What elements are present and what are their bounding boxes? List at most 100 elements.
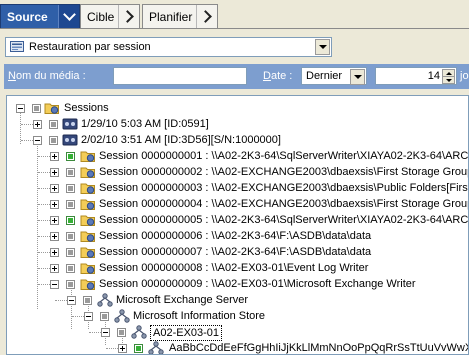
tab-source-chevron-icon[interactable] [58, 5, 79, 28]
expand-icon[interactable] [50, 168, 59, 177]
tree-label: 2/02/10 3:51 AM [ID:3D56][S/N:1000000] [81, 134, 281, 146]
days-stepper[interactable]: 14 [375, 67, 457, 85]
tree-label: 1/29/10 5:03 AM [ID:0591] [81, 118, 209, 130]
tree-node-date[interactable]: 1/29/10 5:03 AM [ID:0591] [7, 116, 467, 132]
tab-planifier-chevron-icon[interactable] [196, 5, 217, 28]
media-name-input[interactable] [113, 67, 247, 85]
tab-source[interactable]: Source [0, 4, 80, 28]
tape-icon [62, 118, 78, 130]
tree-node-session[interactable]: Session 0000000007 : \\A02-2K3-64\F:\ASD… [7, 244, 468, 260]
tree-node-mailbox[interactable]: AaBbCcDdEeFfGgHhIiJjKkLlMmNnOoPpQqRrSsTt… [7, 340, 468, 354]
collapse-icon[interactable] [33, 136, 42, 145]
collapse-icon[interactable] [67, 296, 76, 305]
tree-node-exchange-server[interactable]: Microsoft Exchange Server [7, 292, 467, 308]
exchange-node-icon [114, 309, 130, 323]
tab-cible[interactable]: Cible [80, 4, 140, 28]
expand-icon[interactable] [50, 200, 59, 209]
checkbox[interactable] [134, 344, 143, 353]
tab-divider [0, 28, 469, 29]
tree-label: Microsoft Information Store [133, 310, 266, 322]
collapse-icon[interactable] [84, 312, 93, 321]
tree-label: Session 0000000005 : \\A02-2K3-64\SqlSer… [99, 214, 469, 226]
collapse-icon[interactable] [16, 104, 25, 113]
expand-icon[interactable] [50, 248, 59, 257]
spin-buttons[interactable] [442, 69, 455, 84]
checkbox[interactable] [66, 152, 75, 161]
tree-node-sessions[interactable]: Sessions [7, 100, 467, 116]
sessions-folder-icon [44, 103, 59, 114]
collapse-icon[interactable] [50, 280, 59, 289]
tree-label: Session 0000000009 : \\A02-EX03-01\Micro… [99, 278, 416, 290]
tab-strip: Source Cible Planifier [0, 4, 469, 29]
tree-node-session[interactable]: Session 0000000004 : \\A02-EXCHANGE2003\… [7, 196, 469, 212]
checkbox[interactable] [32, 104, 41, 113]
tree-node-server[interactable]: A02-EX03-01 [7, 324, 467, 341]
exchange-node-icon [131, 325, 147, 339]
checkbox[interactable] [66, 264, 75, 273]
expand-icon[interactable] [33, 120, 42, 129]
restore-icon [10, 41, 24, 52]
checkbox[interactable] [117, 328, 126, 337]
tree-node-date[interactable]: 2/02/10 3:51 AM [ID:3D56][S/N:1000000] [7, 132, 467, 148]
exchange-node-icon [148, 341, 164, 354]
expand-icon[interactable] [118, 344, 127, 353]
expand-icon[interactable] [50, 184, 59, 193]
checkbox[interactable] [66, 232, 75, 241]
date-select-value: Dernier [306, 70, 343, 82]
checkbox[interactable] [83, 296, 92, 305]
session-icon [80, 199, 95, 210]
tree-label: Session 0000000007 : \\A02-2K3-64\F:\ASD… [99, 246, 372, 258]
restore-method-select[interactable]: Restauration par session [5, 37, 332, 57]
tree-node-session[interactable]: Session 0000000006 : \\A02-2K3-64\F:\ASD… [7, 228, 468, 244]
spin-up-icon[interactable] [442, 69, 455, 76]
tree-node-session[interactable]: Session 0000000008 : \\A02-EX03-01\Event… [7, 260, 468, 276]
expand-icon[interactable] [50, 216, 59, 225]
tab-cible-chevron-icon[interactable] [118, 5, 139, 28]
days-value: 14 [427, 70, 440, 82]
session-icon [80, 151, 95, 162]
tree-label-selected: A02-EX03-01 [150, 325, 223, 341]
expand-icon[interactable] [50, 152, 59, 161]
session-tree[interactable]: Sessions 1/29/10 5:03 AM [ID:0591] 2/02/… [6, 95, 469, 355]
chevron-down-icon[interactable] [350, 69, 365, 85]
tree-node-session[interactable]: Session 0000000003 : \\A02-EXCHANGE2003\… [7, 180, 468, 196]
tree-node-session[interactable]: Session 0000000002 : \\A02-EXCHANGE2003\… [7, 164, 469, 180]
collapse-icon[interactable] [101, 328, 110, 337]
session-icon [80, 279, 95, 290]
expand-icon[interactable] [50, 264, 59, 273]
tab-planifier[interactable]: Planifier [142, 4, 218, 28]
session-icon [80, 231, 95, 242]
tree-node-session[interactable]: Session 0000000005 : \\A02-2K3-64\SqlSer… [7, 212, 469, 228]
checkbox[interactable] [49, 136, 58, 145]
tab-cible-label: Cible [87, 10, 115, 24]
tree-node-information-store[interactable]: Microsoft Information Store [7, 308, 467, 324]
tree-label: Session 0000000001 : \\A02-2K3-64\SqlSer… [99, 150, 469, 162]
chevron-down-icon[interactable] [315, 39, 330, 55]
checkbox[interactable] [66, 216, 75, 225]
tree-node-session[interactable]: Session 0000000009 : \\A02-EX03-01\Micro… [7, 276, 468, 292]
tree-node-session[interactable]: Session 0000000001 : \\A02-2K3-64\SqlSer… [7, 148, 469, 164]
session-icon [80, 167, 95, 178]
checkbox[interactable] [66, 168, 75, 177]
exchange-node-icon [97, 293, 113, 307]
tape-icon [62, 134, 78, 146]
tab-source-label: Source [7, 10, 48, 24]
checkbox[interactable] [66, 184, 75, 193]
tree-label: Session 0000000006 : \\A02-2K3-64\F:\ASD… [99, 230, 372, 242]
session-icon [80, 183, 95, 194]
session-icon [80, 263, 95, 274]
spin-down-icon[interactable] [442, 76, 455, 84]
checkbox[interactable] [66, 248, 75, 257]
date-select[interactable]: Dernier [301, 67, 367, 85]
checkbox[interactable] [100, 312, 109, 321]
tree-label: Microsoft Exchange Server [116, 294, 249, 306]
expand-icon[interactable] [50, 232, 59, 241]
days-unit-label: jo [460, 70, 469, 82]
tree-label: Session 0000000008 : \\A02-EX03-01\Event… [99, 262, 369, 274]
tree-label: Session 0000000002 : \\A02-EXCHANGE2003\… [99, 166, 469, 178]
checkbox[interactable] [66, 280, 75, 289]
checkbox[interactable] [66, 200, 75, 209]
checkbox[interactable] [49, 120, 58, 129]
date-label: Date : [263, 70, 293, 82]
tree-label: Session 0000000004 : \\A02-EXCHANGE2003\… [99, 198, 469, 210]
